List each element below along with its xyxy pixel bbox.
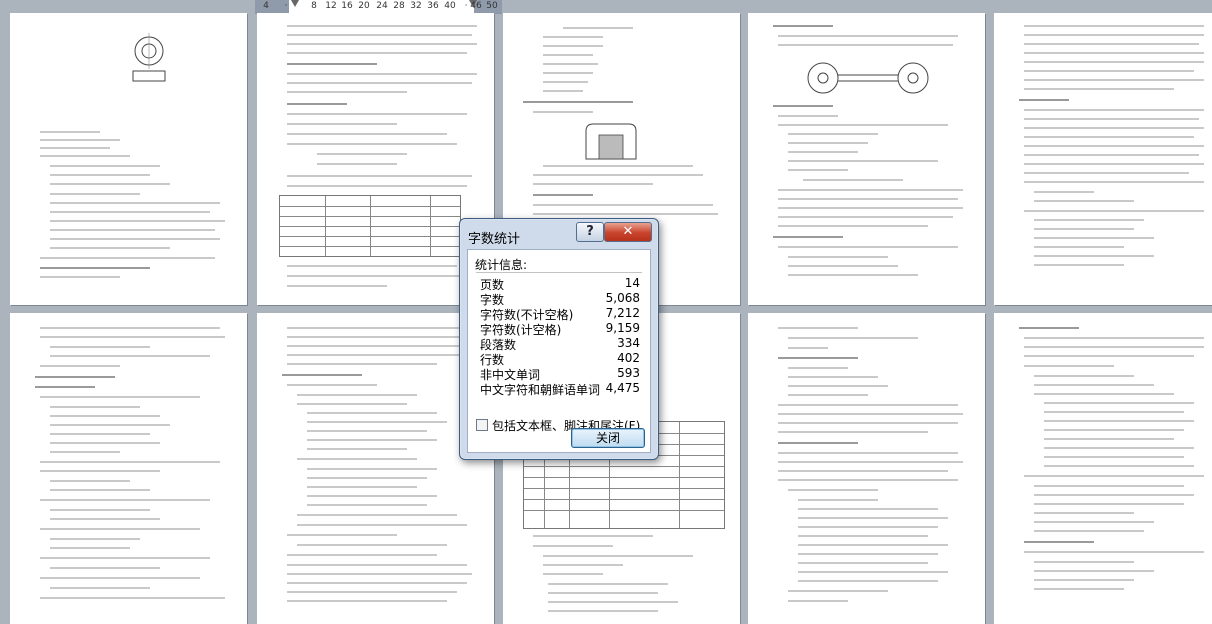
close-button[interactable]: 关闭 (571, 428, 645, 448)
stat-value: 7,212 (605, 306, 640, 320)
stat-row-paragraphs: 段落数 334 (480, 336, 640, 352)
figure-section-drawing-icon (585, 123, 637, 160)
ruler-tick: 4 (263, 1, 269, 11)
stat-value: 9,159 (605, 321, 640, 335)
help-icon: ? (586, 224, 594, 239)
document-page[interactable] (748, 13, 985, 305)
stat-row-cjk-characters: 中文字符和朝鲜语单词 4,475 (480, 381, 640, 397)
group-divider (476, 272, 642, 273)
ruler-tick: 36 (427, 1, 439, 11)
include-textboxes-checkbox[interactable] (476, 419, 488, 431)
ruler-tick: 24 (376, 1, 388, 11)
document-page[interactable] (748, 313, 985, 624)
document-page[interactable] (994, 13, 1212, 305)
dialog-title: 字数统计 (468, 232, 521, 247)
ruler-tick: 16 (341, 1, 353, 11)
word-count-dialog: 字数统计 ? ✕ 统计信息: 页数 14 字数 5,068 字符数(不计空格) … (459, 218, 659, 460)
ruler-tick: · (284, 1, 288, 11)
stat-value: 593 (617, 366, 640, 380)
stat-value: 4,475 (605, 381, 640, 395)
help-button[interactable]: ? (576, 222, 604, 242)
dialog-body: 统计信息: 页数 14 字数 5,068 字符数(不计空格) 7,212 字符数… (467, 249, 651, 453)
figure-part-drawing-icon (132, 33, 166, 82)
ruler-tick: 8 (311, 1, 317, 11)
page-table (279, 195, 461, 257)
document-page[interactable] (10, 13, 247, 305)
statistics-group-label: 统计信息: (475, 258, 528, 272)
stat-row-chars-no-spaces: 字符数(不计空格) 7,212 (480, 306, 640, 322)
close-icon: ✕ (622, 224, 634, 239)
stat-row-words: 字数 5,068 (480, 291, 640, 307)
stat-row-lines: 行数 402 (480, 351, 640, 367)
horizontal-ruler[interactable]: 4 · 8 12 16 20 24 28 32 36 40 · 46 50 (255, 0, 502, 14)
title-close-button[interactable]: ✕ (604, 222, 652, 242)
ruler-tick: 32 (410, 1, 422, 11)
stat-row-chars-with-spaces: 字符数(计空格) 9,159 (480, 321, 640, 337)
ruler-tick: 20 (358, 1, 370, 11)
ruler-tick: 28 (393, 1, 405, 11)
stat-value: 5,068 (605, 291, 640, 305)
stat-value: 14 (624, 276, 640, 290)
ruler-tick: 50 (486, 1, 498, 11)
document-page[interactable] (994, 313, 1212, 624)
figure-linkage-drawing-icon (807, 62, 929, 94)
stat-label: 中文字符和朝鲜语单词 (480, 383, 601, 397)
stat-row-non-chinese-words: 非中文单词 593 (480, 366, 640, 382)
stat-row-pages: 页数 14 (480, 276, 640, 292)
document-page[interactable] (10, 313, 247, 624)
stat-value: 402 (617, 351, 640, 365)
stat-value: 334 (617, 336, 640, 350)
